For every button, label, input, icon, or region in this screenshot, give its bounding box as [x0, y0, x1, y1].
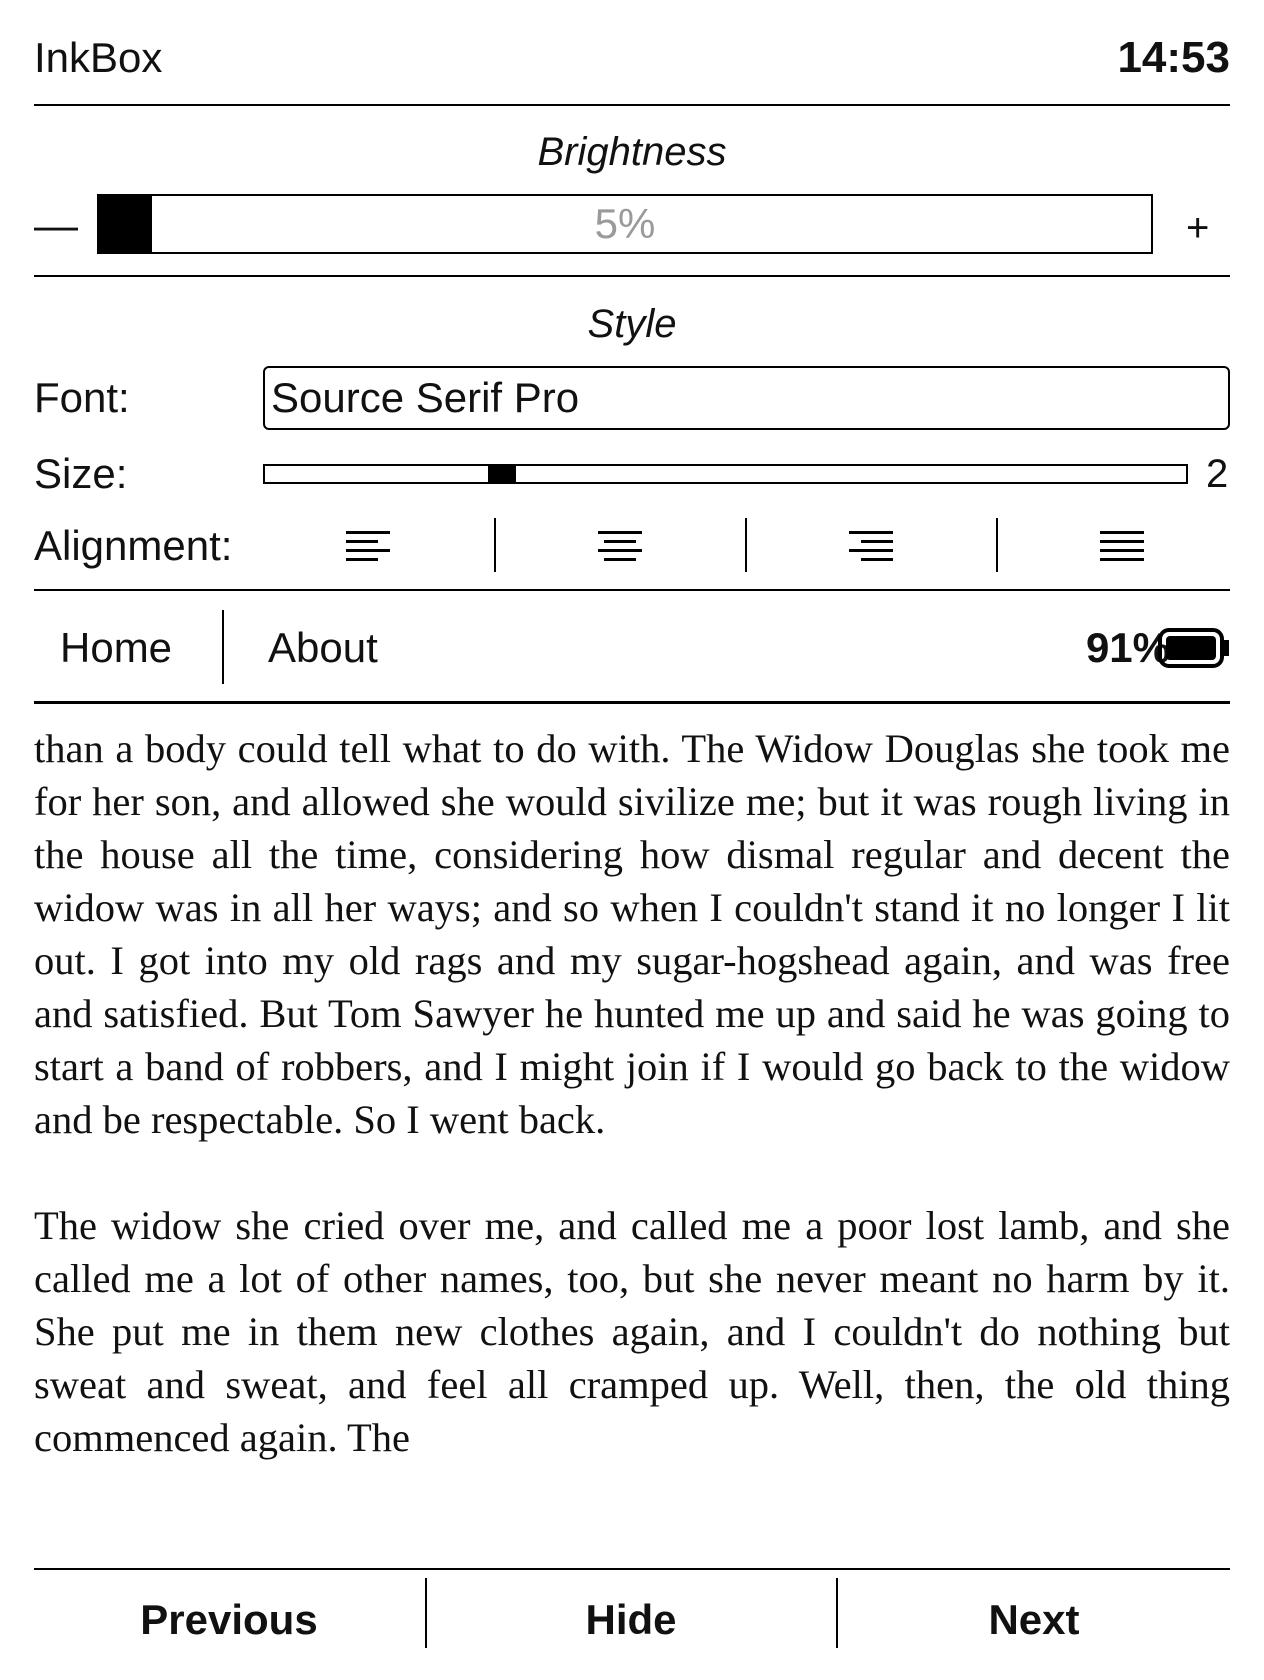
paragraph: The widow she cried over me, and called … — [34, 1203, 1230, 1460]
style-title: Style — [587, 302, 677, 346]
align-center-icon — [598, 531, 642, 561]
align-right-icon — [849, 531, 893, 561]
paragraph: than a body could tell what to do with. … — [34, 726, 1230, 1142]
about-button[interactable]: About — [268, 620, 378, 676]
size-label: Size: — [34, 450, 128, 497]
brightness-slider[interactable]: 5% — [97, 194, 1153, 254]
divider — [34, 104, 1230, 106]
divider — [222, 610, 224, 684]
align-justify-button[interactable] — [997, 518, 1247, 574]
brightness-value: 5% — [594, 200, 656, 247]
divider — [34, 1568, 1230, 1570]
hide-button[interactable]: Hide — [427, 1590, 835, 1650]
clock: 14:53 — [1117, 33, 1230, 82]
divider — [34, 701, 1230, 704]
align-justify-icon — [1100, 531, 1144, 561]
font-select[interactable]: Source Serif Pro — [263, 366, 1230, 430]
brightness-increase-button[interactable]: + — [1186, 204, 1209, 252]
next-button[interactable]: Next — [838, 1590, 1230, 1650]
home-button[interactable]: Home — [60, 620, 172, 676]
brightness-title: Brightness — [537, 130, 727, 174]
align-center-button[interactable] — [495, 518, 745, 574]
divider — [34, 275, 1230, 277]
size-slider-handle[interactable] — [488, 466, 516, 482]
align-left-icon — [346, 531, 390, 561]
align-left-button[interactable] — [243, 518, 493, 574]
font-label: Font: — [34, 374, 130, 421]
alignment-label: Alignment: — [34, 522, 233, 569]
battery-icon — [1158, 628, 1229, 668]
align-right-button[interactable] — [746, 518, 996, 574]
size-slider[interactable] — [263, 464, 1188, 484]
reading-text[interactable]: than a body could tell what to do with. … — [34, 722, 1230, 1490]
divider — [34, 589, 1230, 591]
app-title: InkBox — [34, 34, 163, 81]
previous-button[interactable]: Previous — [34, 1590, 424, 1650]
size-value: 2 — [1206, 452, 1229, 496]
brightness-decrease-button[interactable]: — — [34, 200, 78, 252]
